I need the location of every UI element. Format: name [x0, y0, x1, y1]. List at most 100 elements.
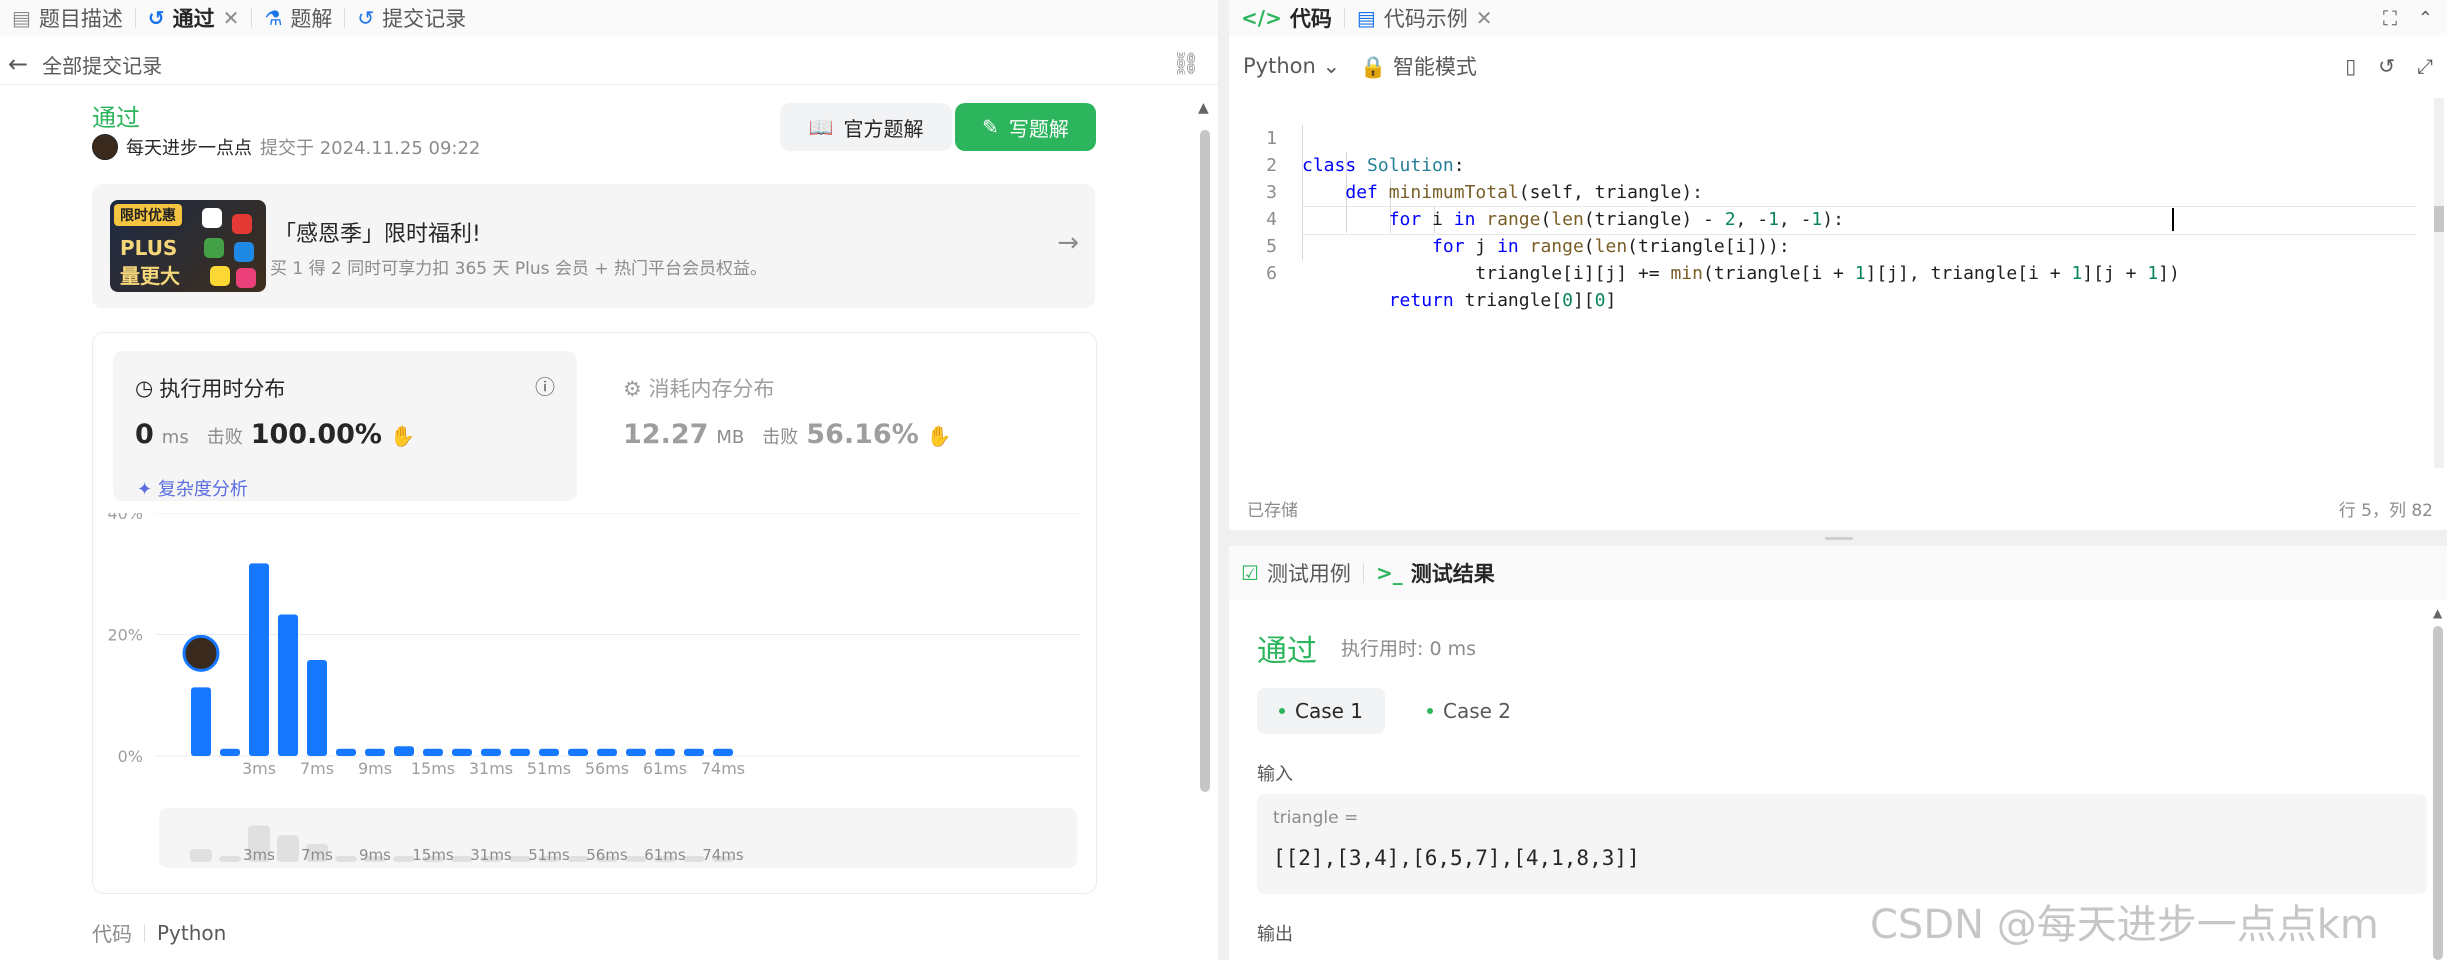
tab-description[interactable]: ▤ 题目描述 — [0, 0, 135, 36]
runtime-beat-label: 击败 — [206, 427, 243, 448]
all-submissions-link[interactable]: 全部提交记录 — [42, 50, 162, 79]
result-tabbar: ☑ 测试用例 >_ 测试结果 — [1229, 546, 2447, 600]
cursor-position: 行 5，列 82 — [2338, 501, 2433, 521]
language-select[interactable]: Python ⌄ — [1243, 54, 1340, 78]
chevron-up-icon[interactable]: ⌃ — [2418, 8, 2433, 29]
tab-submissions-label: 提交记录 — [382, 7, 467, 31]
smart-mode-label: 智能模式 — [1392, 55, 1477, 79]
book-icon: 📖 — [808, 115, 834, 139]
expand-icon[interactable]: ⤢ — [2417, 54, 2433, 78]
x-tick-label: 3ms — [242, 759, 276, 778]
checkbox-icon: ☑ — [1241, 561, 1259, 585]
overview-tick-label: 3ms — [243, 846, 275, 864]
performance-panel: ◷ 执行用时分布 ⓘ 0 ms 击败 100.00% ✋ ✦ 复杂度分析 ⚙ 消… — [92, 332, 1097, 894]
code-text: triangle[i][j] += min(triangle[i + 1][j]… — [1302, 263, 2180, 284]
x-tick-label: 74ms — [701, 759, 745, 778]
close-icon[interactable]: ✕ — [1476, 6, 1493, 30]
code-text: return triangle[0][0] — [1388, 290, 1617, 311]
submission-author: 每天进步一点点 提交于 2024.11.25 09:22 — [92, 134, 480, 160]
author-name[interactable]: 每天进步一点点 — [126, 134, 252, 160]
arrow-right-icon[interactable]: → — [1057, 228, 1079, 258]
chart-bar — [713, 748, 733, 756]
clock-icon: ◷ — [135, 376, 154, 400]
code-line: 2 def minimumTotal(self, triangle): — [1229, 125, 1703, 203]
memory-beat-pct: 56.16% — [806, 419, 919, 450]
flask-icon: ⚗ — [264, 6, 283, 30]
tab-solutions-label: 题解 — [290, 7, 333, 31]
bookmark-icon[interactable]: ▯ — [2345, 54, 2356, 78]
overview-bar — [335, 856, 357, 862]
runtime-title: 执行用时分布 — [159, 377, 286, 401]
chart-bar — [481, 748, 501, 756]
memory-values: 12.27 MB 击败 56.16% ✋ — [623, 419, 952, 450]
chart-bar — [307, 660, 327, 756]
chart-bar — [394, 746, 414, 756]
pass-dot — [1279, 708, 1285, 714]
clap-icon: ✋ — [926, 424, 952, 448]
scroll-thumb[interactable] — [2433, 626, 2443, 960]
tab-code[interactable]: </> 代码 — [1229, 0, 1344, 36]
reset-icon[interactable]: ↺ — [2378, 54, 2395, 78]
chart-bar — [626, 748, 646, 756]
scroll-up-icon[interactable]: ▲ — [2433, 606, 2442, 620]
chart-bar — [539, 748, 559, 756]
chart-bar — [365, 748, 385, 756]
promo-desc: 买 1 得 2 同时可享力扣 365 天 Plus 会员 + 热门平台会员权益。 — [270, 259, 767, 279]
x-tick-label: 61ms — [643, 759, 687, 778]
complexity-link[interactable]: ✦ 复杂度分析 — [137, 475, 248, 501]
tab-submissions[interactable]: ↺ 提交记录 — [345, 0, 478, 36]
tab-description-label: 题目描述 — [38, 7, 123, 31]
info-icon[interactable]: ⓘ — [535, 371, 555, 400]
runtime-value: 0 — [135, 419, 154, 450]
promo-image: 限时优惠 PLUS 量更大 — [110, 200, 266, 292]
close-icon[interactable]: ✕ — [223, 6, 240, 30]
scroll-up-icon[interactable]: ▲ — [1198, 100, 1209, 116]
chart-bar — [568, 748, 588, 756]
tab-testcase[interactable]: ☑ 测试用例 — [1229, 555, 1363, 591]
runtime-header: ◷ 执行用时分布 — [135, 373, 285, 403]
case-2-tab[interactable]: Case 2 — [1405, 688, 1533, 734]
fullscreen-icon[interactable]: ⛶ — [2383, 6, 2397, 30]
runtime-beat-pct: 100.00% — [250, 419, 382, 450]
code-line: 4 for j in range(len(triangle[i])): — [1229, 179, 1790, 257]
scroll-thumb[interactable] — [1200, 130, 1210, 792]
tab-testresult[interactable]: >_ 测试结果 — [1364, 555, 1507, 591]
terminal-icon: >_ — [1375, 561, 1403, 585]
link-icon[interactable]: ⛓ — [1172, 52, 1200, 77]
code-language: Python — [157, 920, 227, 945]
language-label: Python — [1243, 54, 1316, 78]
history-icon: ↺ — [357, 6, 375, 30]
memory-card[interactable]: ⚙ 消耗内存分布 12.27 MB 击败 56.16% ✋ — [623, 351, 1043, 501]
code-line: 1 class Solution: — [1229, 98, 1464, 176]
case-1-tab[interactable]: Case 1 — [1257, 688, 1386, 734]
editor-status-bar: 已存储 行 5，列 82 — [1229, 496, 2447, 521]
result-scrollbar[interactable]: ▲ — [2433, 606, 2443, 960]
smart-mode-toggle[interactable]: 🔒 智能模式 — [1360, 51, 1477, 81]
promo-banner[interactable]: 限时优惠 PLUS 量更大 「感恩季」限时福利! 买 1 得 2 同时可享力扣 … — [92, 184, 1095, 308]
tab-code-example[interactable]: ▤ 代码示例 ✕ — [1345, 0, 1505, 36]
official-solution-button[interactable]: 📖 官方题解 — [780, 103, 952, 151]
runtime-values: 0 ms 击败 100.00% ✋ — [135, 419, 415, 450]
tab-code-label: 代码 — [1289, 7, 1332, 31]
tab-accepted[interactable]: ↺ 通过 ✕ — [136, 0, 252, 36]
overview-tick-label: 51ms — [528, 846, 570, 864]
tab-testresult-label: 测试结果 — [1410, 562, 1495, 586]
chart-bar — [510, 748, 530, 756]
result-runtime: 执行用时: 0 ms — [1341, 638, 1476, 660]
watermark: CSDN @每天进步一点点km — [1870, 902, 2379, 948]
arrow-left-icon[interactable]: ← — [8, 50, 28, 78]
runtime-card[interactable]: ◷ 执行用时分布 ⓘ 0 ms 击败 100.00% ✋ ✦ 复杂度分析 — [113, 351, 577, 501]
write-solution-button[interactable]: ✎ 写题解 — [955, 103, 1096, 151]
overview-tick-label: 74ms — [702, 846, 744, 864]
result-status: 通过 — [1257, 634, 1317, 669]
left-scrollbar[interactable]: ▲ — [1198, 100, 1212, 960]
code-icon: </> — [1241, 6, 1282, 30]
code-editor[interactable]: 1 class Solution: 2 def minimumTotal(sel… — [1229, 98, 2429, 468]
tab-solutions[interactable]: ⚗ 题解 — [252, 0, 344, 36]
avatar[interactable] — [92, 134, 118, 160]
panel-resize-handle[interactable] — [1229, 530, 2447, 546]
runtime-unit: ms — [161, 427, 189, 448]
x-tick-label: 15ms — [411, 759, 455, 778]
write-solution-label: 写题解 — [1008, 116, 1069, 141]
editor-scrollbar[interactable] — [2434, 98, 2444, 468]
